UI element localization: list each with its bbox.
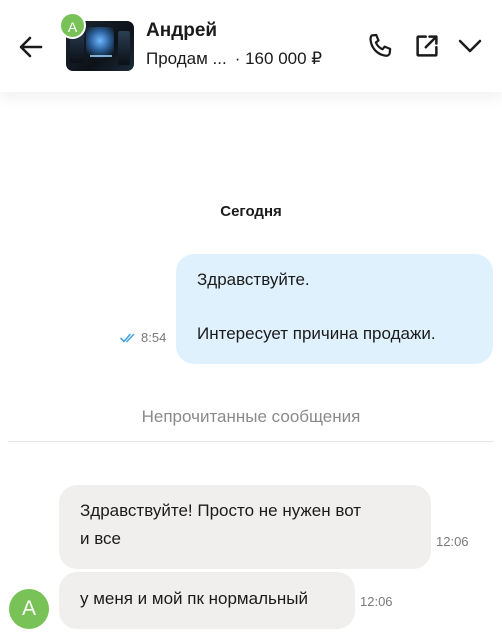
arrow-left-icon — [19, 36, 43, 58]
chevron-down-icon — [458, 39, 482, 53]
listing-info[interactable]: Продам ... · 160 000 ₽ — [146, 49, 322, 69]
message-time: 12:06 — [436, 534, 469, 549]
message-meta: 8:54 — [120, 330, 166, 345]
listing-price: · 160 000 ₽ — [234, 49, 323, 68]
message-line: Здравствуйте. — [197, 270, 310, 289]
avatar: А — [59, 12, 86, 39]
listing-title: Продам ... — [146, 49, 227, 68]
incoming-message[interactable]: Здравствуйте! Просто не нужен вот и все — [59, 485, 431, 569]
sender-avatar[interactable]: А — [9, 589, 49, 629]
message-text: у меня и мой пк нормальный — [80, 589, 308, 608]
open-listing-button[interactable] — [412, 31, 442, 61]
contact-name[interactable]: Андрей — [146, 20, 217, 42]
message-line: Интересует причина продажи. — [197, 324, 436, 343]
unread-separator: Непрочитанные сообщения — [141, 407, 361, 426]
message-line: Здравствуйте! Просто не нужен вот — [80, 501, 362, 520]
outgoing-message[interactable]: Здравствуйте. Интересует причина продажи… — [176, 254, 493, 364]
divider — [8, 441, 494, 442]
phone-icon — [369, 33, 392, 57]
double-check-icon — [120, 333, 135, 343]
message-time: 12:06 — [360, 594, 393, 609]
call-button[interactable] — [366, 31, 396, 61]
external-link-icon — [416, 35, 438, 57]
back-button[interactable] — [14, 30, 48, 64]
chat-header: А Андрей Продам ... · 160 000 ₽ — [0, 0, 502, 92]
menu-toggle-button[interactable] — [455, 31, 485, 61]
date-separator: Сегодня — [220, 203, 282, 220]
message-time: 8:54 — [141, 330, 167, 345]
message-line: и все — [80, 529, 122, 548]
incoming-message[interactable]: у меня и мой пк нормальный — [59, 572, 355, 629]
